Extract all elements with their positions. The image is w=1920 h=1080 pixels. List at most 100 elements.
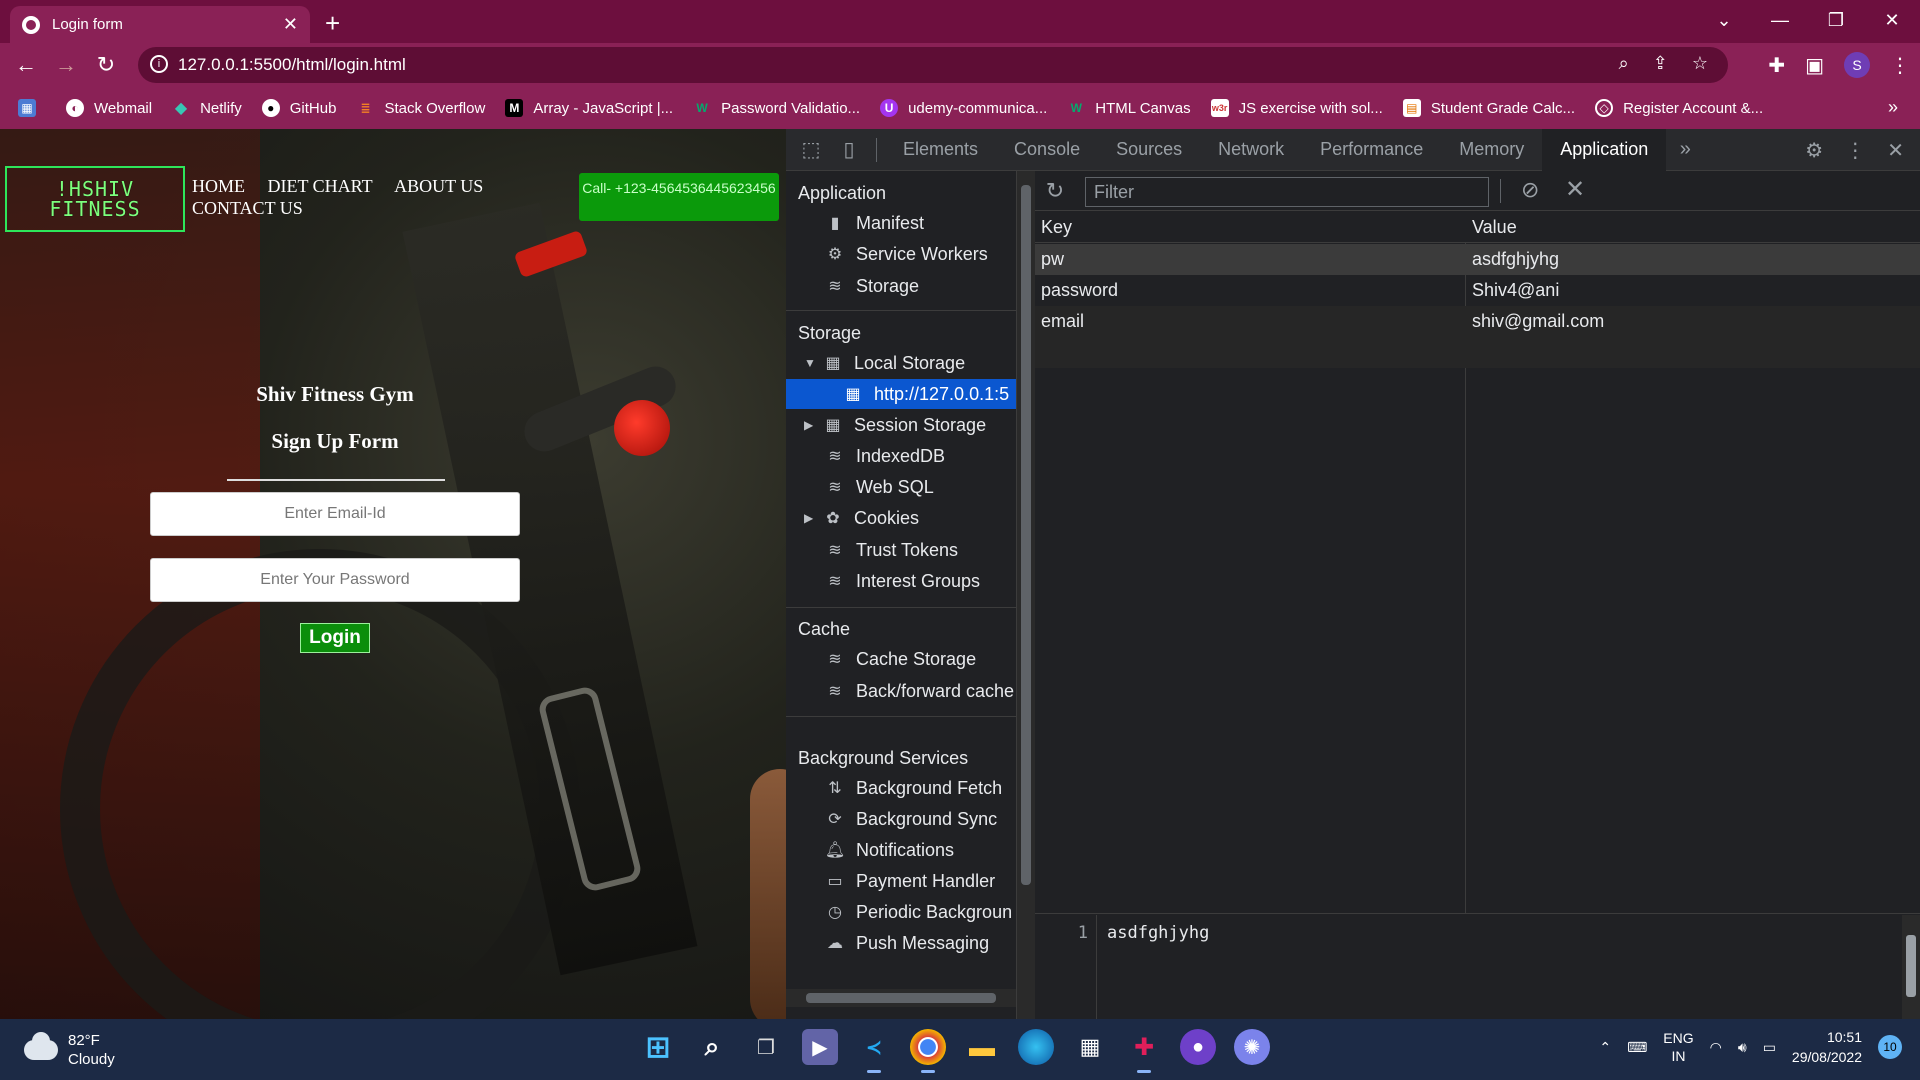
close-window-button[interactable]: ✕ [1864, 0, 1920, 40]
nav-contact-us[interactable]: CONTACT US [192, 198, 303, 218]
tab-application[interactable]: Application [1542, 128, 1667, 171]
sidebar-item-background-fetch[interactable]: ⇅ Background Fetch [786, 773, 1016, 803]
nav-diet-chart[interactable]: DIET CHART [268, 176, 373, 196]
bookmark-star-icon[interactable]: ☆ [1692, 53, 1708, 74]
new-tab-button[interactable]: + [325, 8, 340, 39]
sidebar-item-periodic-background-sync[interactable]: ◷ Periodic Backgroun [786, 897, 1016, 927]
bookmark-github[interactable]: ● GitHub [261, 99, 336, 117]
sidebar-item-cookies[interactable]: ▶ ✿ Cookies [786, 503, 1016, 533]
sidebar-scrollbar[interactable] [1017, 171, 1035, 1019]
settings-app-icon[interactable]: ✺ [1234, 1029, 1270, 1065]
login-button[interactable]: Login [300, 623, 370, 653]
battery-icon[interactable]: ▭ [1763, 1039, 1776, 1056]
extensions-icon[interactable]: ✚ [1768, 53, 1785, 78]
sidebar-item-payment-handler[interactable]: ▭ Payment Handler [786, 866, 1016, 896]
notification-badge[interactable]: 10 [1878, 1035, 1902, 1059]
wifi-icon[interactable]: ◠ [1710, 1039, 1722, 1056]
zoom-icon[interactable]: ⌕ [1619, 53, 1629, 74]
profile-avatar[interactable]: S [1844, 52, 1870, 78]
tab-network[interactable]: Network [1200, 129, 1302, 171]
sidebar-item-notifications[interactable]: 🔔︎ Notifications [786, 835, 1016, 865]
sidebar-item-manifest[interactable]: ▮ Manifest [786, 208, 1016, 238]
tab-sources[interactable]: Sources [1098, 129, 1200, 171]
preview-content[interactable]: asdfghjyhg [1107, 923, 1209, 943]
sidebar-item-interest-groups[interactable]: ≋ Interest Groups [786, 566, 1016, 596]
bookmark-js-exercise[interactable]: w3r JS exercise with sol... [1210, 99, 1383, 117]
collapsed-arrow-icon[interactable]: ▶ [804, 418, 818, 432]
tab-console[interactable]: Console [996, 129, 1098, 171]
bookmark-html-canvas[interactable]: W HTML Canvas [1067, 99, 1191, 117]
bookmarks-more-icon[interactable]: » [1888, 97, 1898, 118]
sidebar-item-bfcache[interactable]: ≋ Back/forward cache [786, 676, 1016, 706]
volume-icon[interactable]: 🔊︎ [1738, 1039, 1747, 1056]
bookmark-register-account[interactable]: ◇ Register Account &... [1595, 99, 1763, 117]
github-desktop-icon[interactable]: ● [1180, 1029, 1216, 1065]
bookmark-mdn[interactable]: M Array - JavaScript |... [505, 99, 673, 117]
address-bar[interactable]: i 127.0.0.1:5500/html/login.html ⌕ ⇪ ☆ [138, 47, 1728, 83]
bookmark-password-validation[interactable]: W Password Validatio... [693, 99, 860, 117]
file-explorer-icon[interactable]: ▬ [964, 1029, 1000, 1065]
keyboard-icon[interactable]: ⌨ [1627, 1039, 1647, 1056]
bookmark-student-grade[interactable]: ▤ Student Grade Calc... [1402, 99, 1575, 117]
sidebar-item-background-sync[interactable]: ⟳ Background Sync [786, 804, 1016, 834]
back-button[interactable]: ← [6, 45, 46, 85]
clock[interactable]: 10:51 29/08/2022 [1792, 1027, 1862, 1067]
more-tabs-icon[interactable]: » [1666, 129, 1704, 171]
sidebar-item-local-storage[interactable]: ▼ ▦ Local Storage [786, 348, 1016, 378]
start-icon[interactable]: ⊞ [640, 1029, 676, 1065]
nav-home[interactable]: HOME [192, 176, 245, 196]
tab-memory[interactable]: Memory [1441, 129, 1542, 171]
tab-performance[interactable]: Performance [1302, 129, 1441, 171]
side-panel-icon[interactable]: ▣ [1805, 53, 1824, 78]
preview-scrollbar[interactable] [1902, 915, 1920, 1021]
refresh-icon[interactable]: ↻ [1035, 178, 1075, 204]
vscode-icon[interactable]: ≺ [856, 1029, 892, 1073]
bookmark-webmail[interactable]: ◐ Webmail [66, 99, 152, 117]
bookmark-stackoverflow[interactable]: ≣ Stack Overflow [356, 99, 485, 117]
sidebar-item-session-storage[interactable]: ▶ ▦ Session Storage [786, 410, 1016, 440]
teams-chat-icon[interactable]: ▶ [802, 1029, 838, 1065]
sidebar-item-storage[interactable]: ≋ Storage [786, 271, 1016, 301]
browser-tab[interactable]: Login form ✕ [10, 6, 310, 43]
language-indicator[interactable]: ENG IN [1663, 1029, 1693, 1065]
menu-kebab-icon[interactable]: ⋮ [1890, 53, 1910, 78]
sidebar-item-push-messaging[interactable]: ☁ Push Messaging [786, 928, 1016, 958]
nav-about-us[interactable]: ABOUT US [394, 176, 483, 196]
tab-elements[interactable]: Elements [885, 129, 996, 171]
share-icon[interactable]: ⇪ [1653, 53, 1668, 74]
close-devtools-icon[interactable]: ✕ [1887, 138, 1904, 163]
task-view-icon[interactable]: ❐ [748, 1029, 784, 1065]
expanded-arrow-icon[interactable]: ▼ [804, 356, 818, 370]
bookmark-udemy[interactable]: Uudemy-communica... [880, 99, 1047, 117]
sidebar-item-web-sql[interactable]: ≋ Web SQL [786, 472, 1016, 502]
table-row[interactable]: password Shiv4@ani [1035, 275, 1920, 306]
chrome-icon[interactable] [910, 1029, 946, 1073]
sidebar-item-service-workers[interactable]: ⚙ Service Workers [786, 239, 1016, 269]
forward-button[interactable]: → [46, 45, 86, 85]
apps-icon[interactable]: ▦ [18, 99, 46, 117]
sidebar-item-trust-tokens[interactable]: ≋ Trust Tokens [786, 535, 1016, 565]
search-icon[interactable]: ⌕ [694, 1029, 730, 1065]
restore-button[interactable]: ❐ [1808, 0, 1864, 40]
sidebar-item-indexeddb[interactable]: ≋ IndexedDB [786, 441, 1016, 471]
tab-search-icon[interactable]: ⌄ [1696, 0, 1752, 40]
delete-selected-icon[interactable]: ✕ [1565, 175, 1585, 204]
chevron-up-icon[interactable]: ⌃ [1599, 1039, 1611, 1056]
call-button[interactable]: Call- +123-4564536445623456 [579, 173, 779, 221]
collapsed-arrow-icon[interactable]: ▶ [804, 511, 818, 525]
site-info-icon[interactable]: i [150, 55, 168, 73]
devtools-menu-icon[interactable]: ⋮ [1845, 138, 1865, 163]
edge-icon[interactable] [1018, 1029, 1054, 1065]
clear-all-icon[interactable]: ⊘ [1521, 177, 1539, 203]
store-icon[interactable]: ▦ [1072, 1029, 1108, 1065]
slack-icon[interactable]: ✚ [1126, 1029, 1162, 1073]
key-column-header[interactable]: Key [1041, 217, 1072, 238]
filter-input[interactable]: Filter [1085, 177, 1489, 207]
bookmark-netlify[interactable]: ◆ Netlify [172, 99, 242, 118]
horizontal-scrollbar[interactable] [786, 989, 1016, 1007]
reload-button[interactable]: ↻ [86, 45, 126, 85]
empty-row[interactable] [1035, 337, 1920, 368]
minimize-button[interactable]: — [1752, 0, 1808, 40]
sidebar-item-cache-storage[interactable]: ≋ Cache Storage [786, 644, 1016, 674]
close-tab-icon[interactable]: ✕ [283, 14, 298, 35]
